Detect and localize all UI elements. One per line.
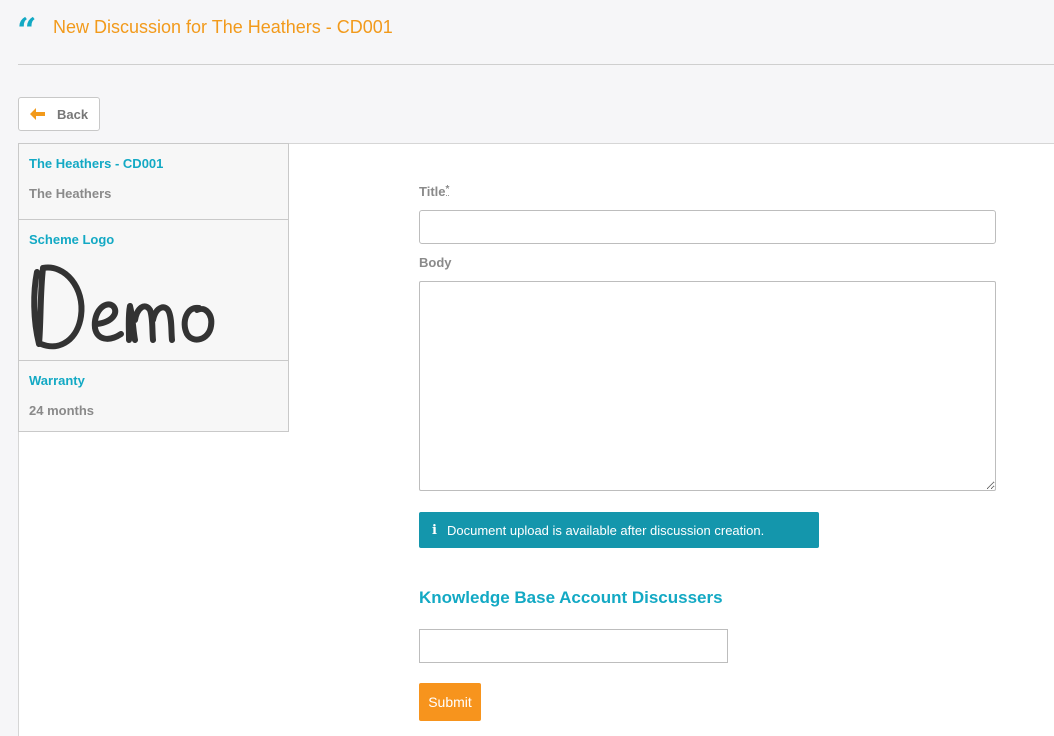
warranty-heading: Warranty — [29, 373, 85, 388]
body-label: Body — [419, 255, 452, 270]
upload-info-alert: i Document upload is available after dis… — [419, 512, 819, 548]
upload-info-message: Document upload is available after discu… — [447, 522, 765, 538]
scheme-logo-heading: Scheme Logo — [29, 232, 115, 247]
title-input[interactable] — [419, 210, 996, 244]
required-marker: * — [445, 184, 450, 196]
back-button-label: Back — [57, 106, 89, 122]
title-label: Title* — [419, 184, 450, 199]
title-label-text: Title — [419, 184, 446, 199]
kb-discussers-input[interactable] — [419, 629, 728, 663]
info-icon: i — [432, 522, 437, 538]
warranty-value: 24 months — [29, 403, 95, 418]
back-button[interactable]: Back — [18, 97, 100, 131]
scheme-name-link[interactable]: The Heathers - CD001 — [29, 156, 163, 171]
arrow-left-icon — [30, 108, 45, 120]
scheme-info-panel: The Heathers - CD001 The Heathers Scheme… — [18, 143, 289, 432]
scheme-section: The Heathers - CD001 The Heathers — [19, 144, 288, 220]
page-header: “ New Discussion for The Heathers - CD00… — [0, 0, 1054, 65]
submit-button[interactable]: Submit — [419, 683, 481, 721]
page-title: New Discussion for The Heathers - CD001 — [53, 17, 393, 37]
scheme-short-name: The Heathers — [29, 186, 112, 201]
kb-discussers-heading: Knowledge Base Account Discussers — [419, 588, 723, 607]
page: “ New Discussion for The Heathers - CD00… — [0, 0, 1054, 736]
scheme-logo-image — [31, 264, 215, 350]
header-divider — [18, 64, 1054, 65]
scheme-logo-section: Scheme Logo — [19, 220, 288, 361]
body-textarea[interactable] — [419, 281, 996, 491]
warranty-section: Warranty 24 months — [19, 361, 288, 431]
quote-icon: “ — [17, 11, 37, 51]
